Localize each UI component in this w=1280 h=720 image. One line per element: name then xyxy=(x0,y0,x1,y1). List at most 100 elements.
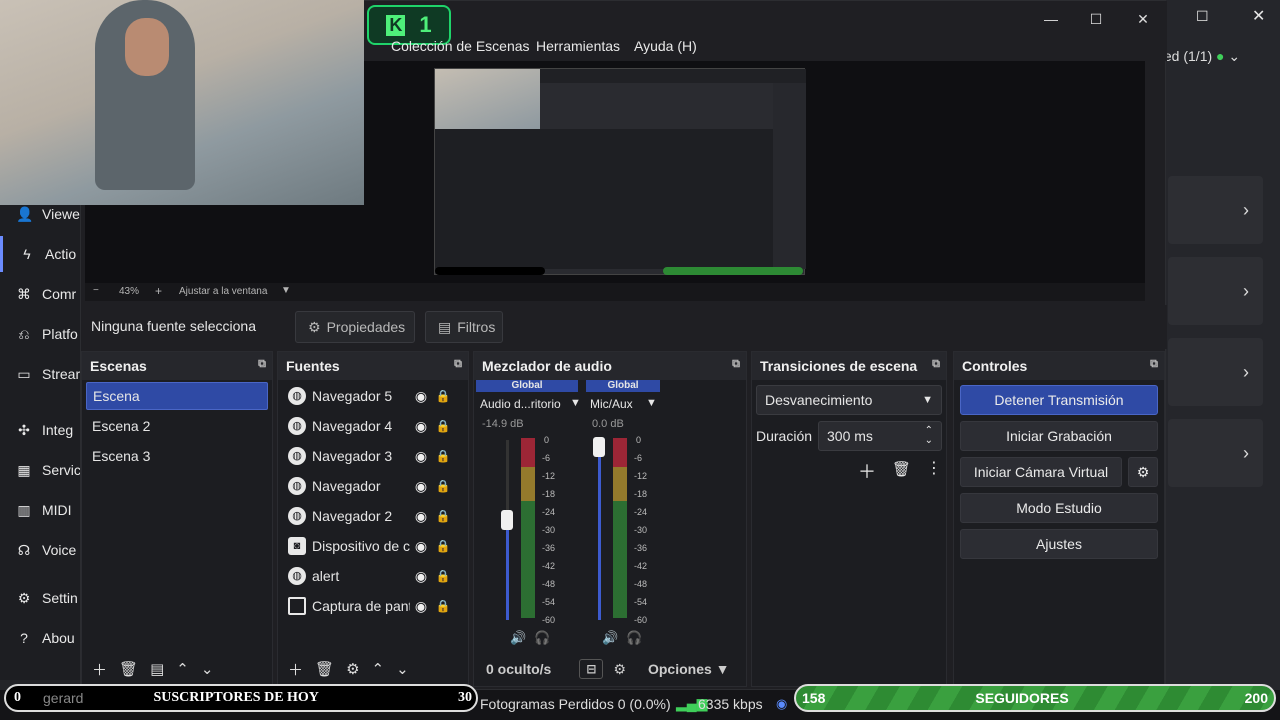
virtual-camera-settings-icon[interactable]: ⚙ xyxy=(1128,457,1158,487)
lock-icon[interactable]: 🔒 xyxy=(432,509,454,523)
settings-button[interactable]: Ajustes xyxy=(960,529,1158,559)
source-item[interactable]: ◍ Navegador ◉ 🔒 xyxy=(282,471,464,501)
source-item[interactable]: ◍ Navegador 2 ◉ 🔒 xyxy=(282,501,464,531)
lock-icon[interactable]: 🔒 xyxy=(432,599,454,613)
undock-icon[interactable]: ⧉ xyxy=(454,358,462,371)
gear-icon[interactable]: ⚙ xyxy=(346,660,359,678)
nav-item-midi[interactable]: ▥ MIDI xyxy=(0,492,71,528)
lock-icon[interactable]: 🔒 xyxy=(432,539,454,553)
mixer-settings-icon[interactable]: ⚙ xyxy=(613,661,626,678)
scene-item[interactable]: Escena 2 xyxy=(86,412,268,440)
source-item[interactable]: ◍ alert ◉ 🔒 xyxy=(282,561,464,591)
properties-button[interactable]: ⚙ Propiedades xyxy=(295,311,415,343)
scene-item[interactable]: Escena 3 xyxy=(86,442,268,470)
chevron-down-icon[interactable]: ▼ xyxy=(646,397,657,409)
eye-icon[interactable]: ◉ xyxy=(410,568,432,585)
meter-tick: 0 xyxy=(636,435,642,445)
add-icon[interactable]: ＋ xyxy=(288,659,303,680)
undock-icon[interactable]: ⧉ xyxy=(1150,358,1158,371)
source-item[interactable]: Captura de pantalla◉🔒 xyxy=(282,591,464,621)
scene-item[interactable]: Escena xyxy=(86,382,268,410)
close-icon[interactable]: ✕ xyxy=(1133,9,1153,29)
headphones-icon[interactable]: 🎧 xyxy=(626,630,642,646)
nav-item-about[interactable]: ? Abou xyxy=(0,620,75,656)
options-button[interactable]: Opciones ▼ xyxy=(648,661,730,677)
minimize-icon[interactable]: — xyxy=(1041,9,1061,29)
meter-tick: -6 xyxy=(542,453,551,463)
fit-window-select[interactable]: Ajustar a la ventana xyxy=(179,286,267,297)
filters-button[interactable]: ▤ Filtros xyxy=(425,311,503,343)
nav-item-voice[interactable]: ☊ Voice xyxy=(0,532,76,568)
lock-icon[interactable]: 🔒 xyxy=(432,479,454,493)
source-item[interactable]: ◍ Navegador 4 ◉ 🔒 xyxy=(282,411,464,441)
chevron-down-icon[interactable]: ▼ xyxy=(570,397,581,409)
channel-name[interactable]: Mic/Aux xyxy=(590,397,633,411)
channel-name[interactable]: Audio d...ritorio xyxy=(480,397,561,411)
maximize-icon[interactable]: ☐ xyxy=(1196,8,1209,25)
volume-slider-track[interactable] xyxy=(598,440,601,620)
add-icon[interactable]: ＋ xyxy=(858,458,876,484)
speaker-icon[interactable]: 🔊 xyxy=(602,630,618,646)
maximize-icon[interactable]: ☐ xyxy=(1086,9,1106,29)
nav-item-integrations[interactable]: ✣ Integ xyxy=(0,412,73,448)
nav-item-commands[interactable]: ⌘ Comr xyxy=(0,276,76,312)
eye-icon[interactable]: ◉ xyxy=(410,478,432,495)
bg-card-2[interactable]: › xyxy=(1168,257,1263,325)
speaker-icon[interactable]: 🔊 xyxy=(510,630,526,646)
trash-icon[interactable]: 🗑 xyxy=(119,660,138,678)
source-toolbar: Ninguna fuente selecciona ⚙ Propiedades ▤… xyxy=(81,305,1167,349)
stop-stream-button[interactable]: Detener Transmisión xyxy=(960,385,1158,415)
undock-icon[interactable]: ⧉ xyxy=(932,358,940,371)
filter-icon[interactable]: ▤ xyxy=(150,660,164,678)
duration-spinbox[interactable]: 300 ms ⌃ ⌄ xyxy=(818,421,942,451)
undock-icon[interactable]: ⧉ xyxy=(732,358,740,371)
source-item[interactable]: ◍ Navegador 3 ◉ 🔒 xyxy=(282,441,464,471)
bg-card-4[interactable]: › xyxy=(1168,419,1263,487)
menu-help[interactable]: Ayuda (H) xyxy=(634,38,697,54)
arrow-down-icon[interactable]: ⌄ xyxy=(396,660,409,678)
close-icon[interactable]: ✕ xyxy=(1252,6,1265,26)
add-icon[interactable]: ＋ xyxy=(92,659,107,680)
bg-card-3[interactable]: › xyxy=(1168,338,1263,406)
arrow-down-icon[interactable]: ⌄ xyxy=(201,660,214,678)
headphones-icon[interactable]: 🎧 xyxy=(534,630,550,646)
menu-scene-collection[interactable]: Colección de Escenas xyxy=(391,38,530,54)
arrow-up-icon[interactable]: ⌃ xyxy=(176,660,189,678)
volume-slider-handle[interactable] xyxy=(593,437,605,457)
nav-item-settings[interactable]: ⚙ Settin xyxy=(0,580,78,616)
lock-icon[interactable]: 🔒 xyxy=(432,449,454,463)
arrow-up-icon[interactable]: ⌃ xyxy=(372,660,385,678)
layout-toggle-icon[interactable]: ⊟ xyxy=(579,659,604,679)
nav-item-platforms[interactable]: ⎌ Platfo xyxy=(0,316,77,352)
undock-icon[interactable]: ⧉ xyxy=(258,358,266,371)
studio-mode-button[interactable]: Modo Estudio xyxy=(960,493,1158,523)
transition-select[interactable]: Desvanecimiento ▼ xyxy=(756,385,942,415)
nav-item-actions[interactable]: ϟ Actio xyxy=(0,236,76,272)
volume-slider-handle[interactable] xyxy=(501,510,513,530)
menu-tools[interactable]: Herramientas xyxy=(536,38,620,54)
eye-icon[interactable]: ◉ xyxy=(410,418,432,435)
nav-item-stream[interactable]: ▭ Strear xyxy=(0,356,80,392)
meter-tick: -30 xyxy=(542,525,556,535)
eye-icon[interactable]: ◉ xyxy=(410,538,432,555)
zoom-in-button[interactable]: + xyxy=(155,284,162,298)
eye-icon[interactable]: ◉ xyxy=(410,448,432,465)
more-menu-icon[interactable]: ⋮ xyxy=(926,458,942,478)
zoom-out-button[interactable]: − xyxy=(93,285,99,296)
chevron-down-icon[interactable]: ▼ xyxy=(281,285,291,296)
eye-icon[interactable]: ◉ xyxy=(410,508,432,525)
eye-icon[interactable]: ◉ xyxy=(410,388,432,405)
lock-icon[interactable]: 🔒 xyxy=(432,389,454,403)
monitor-icon xyxy=(288,597,306,615)
nav-item-services[interactable]: ▦ Servic xyxy=(0,452,81,488)
trash-icon[interactable]: 🗑 xyxy=(892,460,911,478)
lock-icon[interactable]: 🔒 xyxy=(432,569,454,583)
eye-icon[interactable]: ◉ xyxy=(410,598,432,615)
start-virtual-camera-button[interactable]: Iniciar Cámara Virtual xyxy=(960,457,1122,487)
bg-card-1[interactable]: › xyxy=(1168,176,1263,244)
source-item[interactable]: ◍ Navegador 5 ◉ 🔒 xyxy=(282,381,464,411)
lock-icon[interactable]: 🔒 xyxy=(432,419,454,433)
start-recording-button[interactable]: Iniciar Grabación xyxy=(960,421,1158,451)
trash-icon[interactable]: 🗑 xyxy=(315,660,334,678)
source-item[interactable]: ◙Dispositivo de captura de video◉🔒 xyxy=(282,531,464,561)
